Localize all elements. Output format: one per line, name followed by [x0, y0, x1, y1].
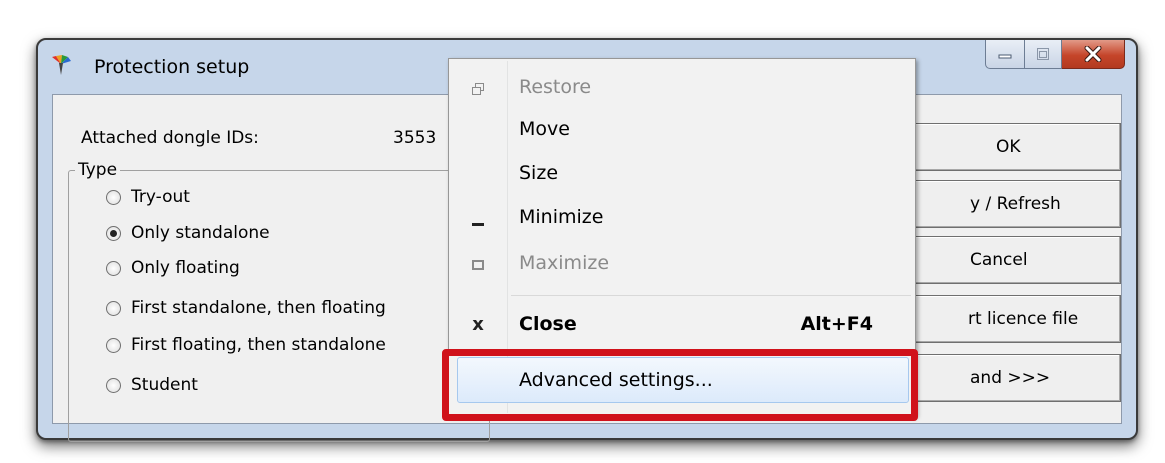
close-button[interactable]	[1062, 40, 1125, 69]
minimize-label: Minimize	[519, 206, 604, 228]
import-licence-file-button[interactable]: rt licence file	[911, 295, 1121, 343]
radio-student[interactable]: Student	[106, 375, 198, 395]
move-label: Move	[519, 118, 570, 140]
apply-refresh-button[interactable]: y / Refresh	[911, 180, 1121, 228]
app-logo-icon[interactable]	[50, 54, 72, 76]
expand-label: and >>>	[970, 368, 1051, 388]
caption-buttons	[985, 40, 1125, 70]
maximize-button[interactable]	[1025, 40, 1062, 69]
maximize-icon	[1037, 48, 1049, 60]
menu-separator	[511, 295, 911, 296]
radio-label: First floating, then standalone	[131, 335, 386, 355]
radio-button[interactable]	[106, 300, 121, 316]
minimize-button[interactable]	[985, 40, 1025, 69]
dongle-ids-value: 3553	[393, 128, 437, 148]
minimize-icon	[467, 210, 489, 232]
cancel-button[interactable]: Cancel	[911, 236, 1121, 284]
radio-label: Student	[131, 375, 198, 395]
restore-icon	[467, 78, 489, 100]
radio-button-checked[interactable]	[106, 225, 121, 241]
size-label: Size	[519, 162, 559, 184]
close-label: Close	[519, 313, 577, 335]
ok-button-label: OK	[996, 137, 1021, 157]
window-title: Protection setup	[94, 56, 250, 78]
highlight-annotation-box	[442, 349, 918, 421]
dongle-ids-label: Attached dongle IDs:	[81, 128, 259, 148]
radio-button[interactable]	[106, 189, 121, 205]
minimize-icon	[998, 54, 1012, 59]
menu-item-restore[interactable]: Restore	[449, 68, 915, 108]
radio-first-standalone-then-floating[interactable]: First standalone, then floating	[106, 298, 386, 318]
radio-label: Only floating	[131, 258, 240, 278]
radio-button[interactable]	[106, 337, 121, 353]
radio-only-floating[interactable]: Only floating	[106, 258, 240, 278]
licence-file-label: rt licence file	[968, 309, 1079, 329]
radio-first-floating-then-standalone[interactable]: First floating, then standalone	[106, 335, 386, 355]
menu-item-close[interactable]: x Close Alt+F4	[449, 305, 915, 345]
close-shortcut: Alt+F4	[800, 313, 873, 335]
type-groupbox: Type Try-out Only standalone Only floati…	[68, 160, 490, 442]
cancel-label: Cancel	[970, 250, 1028, 270]
close-glyph-icon: x	[472, 313, 484, 335]
menu-item-size[interactable]: Size	[449, 154, 915, 194]
ok-button[interactable]: OK	[911, 123, 1121, 171]
radio-label: Only standalone	[131, 223, 270, 243]
type-group-label: Type	[75, 160, 121, 180]
radio-label: First standalone, then floating	[131, 298, 386, 318]
radio-button[interactable]	[106, 377, 121, 393]
expand-button[interactable]: and >>>	[911, 354, 1121, 402]
restore-label: Restore	[519, 76, 592, 98]
apply-refresh-label: y / Refresh	[970, 194, 1061, 214]
menu-item-maximize[interactable]: Maximize	[449, 244, 915, 284]
radio-only-standalone[interactable]: Only standalone	[106, 223, 270, 243]
radio-try-out[interactable]: Try-out	[106, 187, 190, 207]
close-icon	[1084, 46, 1102, 62]
menu-item-move[interactable]: Move	[449, 110, 915, 150]
radio-label: Try-out	[131, 187, 190, 207]
maximize-label: Maximize	[519, 252, 610, 274]
maximize-icon	[467, 254, 489, 276]
radio-button[interactable]	[106, 260, 121, 276]
menu-item-minimize[interactable]: Minimize	[449, 198, 915, 238]
